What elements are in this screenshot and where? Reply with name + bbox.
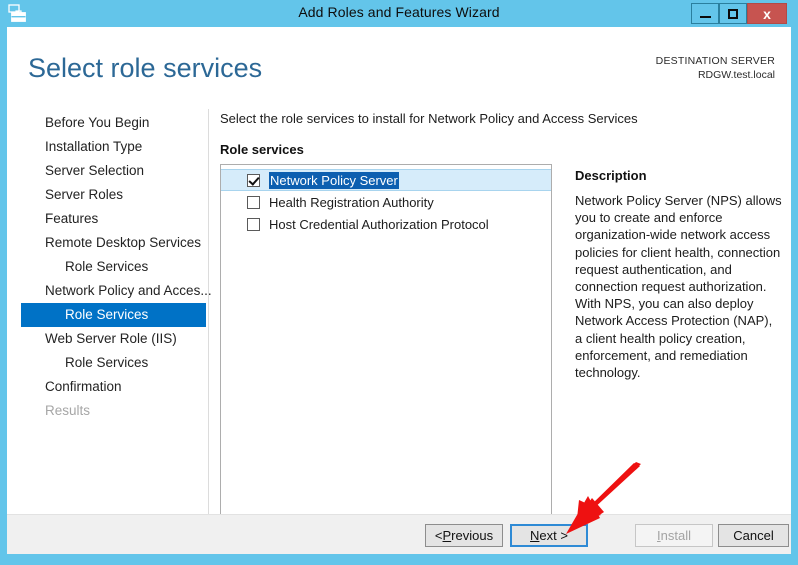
title-bar[interactable]: Add Roles and Features Wizard x (0, 0, 798, 27)
wizard-window: Add Roles and Features Wizard x Select r… (0, 0, 798, 565)
minimize-icon (699, 15, 711, 18)
instruction-text: Select the role services to install for … (220, 111, 638, 126)
sidebar-item-confirmation-11[interactable]: Confirmation (21, 375, 206, 399)
destination-server-block: DESTINATION SERVER RDGW.test.local (656, 54, 775, 82)
wizard-step-nav: Before You Begin Installation Type Server … (21, 111, 212, 423)
sidebar-item-role-services-6[interactable]: Role Services (21, 255, 206, 279)
role-service-label: Health Registration Authority (269, 194, 434, 210)
role-service-label: Host Credential Authorization Protocol (269, 216, 489, 232)
wizard-page: Select role services DESTINATION SERVER … (7, 27, 791, 554)
minimize-button[interactable] (691, 3, 719, 24)
sidebar-item-network-policy-and-acces-7[interactable]: Network Policy and Acces... (21, 279, 212, 303)
sidebar-item-role-services-8[interactable]: Role Services (21, 303, 206, 327)
role-service-row[interactable]: Network Policy Server (221, 169, 551, 191)
maximize-icon (728, 8, 738, 19)
wizard-client-area: Select role services DESTINATION SERVER … (7, 27, 791, 554)
role-services-label: Role services (220, 142, 304, 157)
checkbox-checked-icon[interactable] (247, 173, 260, 187)
sidebar-item-before-you-begin-0[interactable]: Before You Begin (21, 111, 206, 135)
sidebar-item-role-services-10[interactable]: Role Services (21, 351, 206, 375)
window-title: Add Roles and Features Wizard (298, 4, 500, 20)
previous-button[interactable]: < Previous (425, 524, 503, 547)
sidebar-item-features-4[interactable]: Features (21, 207, 206, 231)
description-body: Network Policy Server (NPS) allows you t… (575, 193, 782, 381)
role-service-row[interactable]: Host Credential Authorization Protocol (221, 213, 551, 235)
sidebar-item-server-roles-3[interactable]: Server Roles (21, 183, 206, 207)
description-title: Description (575, 168, 647, 183)
sidebar-item-remote-desktop-services-5[interactable]: Remote Desktop Services (21, 231, 206, 255)
role-service-row[interactable]: Health Registration Authority (221, 191, 551, 213)
role-service-label: Network Policy Server (269, 171, 399, 189)
destination-server-label: DESTINATION SERVER (655, 55, 775, 67)
sidebar-item-web-server-role-iis-9[interactable]: Web Server Role (IIS) (21, 327, 206, 351)
page-title: Select role services (28, 53, 263, 83)
install-button: Install (635, 524, 713, 547)
sidebar-item-results-12: Results (45, 403, 91, 418)
checkbox-unchecked-icon[interactable] (247, 217, 260, 231)
cancel-button[interactable]: Cancel (718, 524, 789, 547)
sidebar-item-installation-type-1[interactable]: Installation Type (21, 135, 206, 159)
destination-server-name: RDGW.test.local (697, 69, 775, 81)
footer-bar: < Previous Next > Install Cancel (7, 515, 791, 554)
sidebar-item-server-selection-2[interactable]: Server Selection (21, 159, 206, 183)
role-services-listbox[interactable]: Network Policy Server Health Registration… (220, 164, 552, 522)
close-button[interactable]: x (747, 3, 787, 24)
maximize-button[interactable] (719, 3, 747, 24)
next-button[interactable]: Next > (510, 524, 588, 547)
nav-divider (208, 109, 209, 534)
checkbox-unchecked-icon[interactable] (247, 195, 260, 209)
